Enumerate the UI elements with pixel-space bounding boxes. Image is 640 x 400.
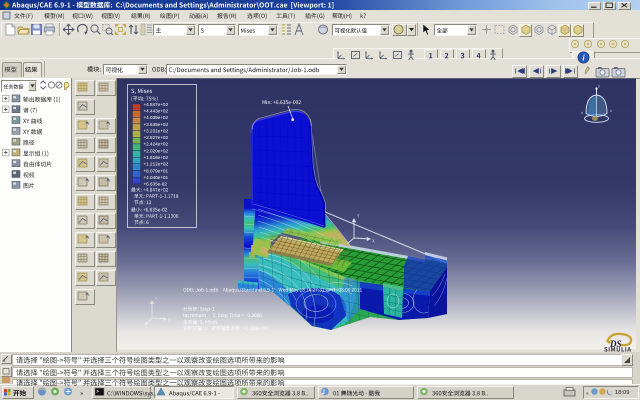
svg-text:+2.827e+02: +2.827e+02 — [144, 135, 169, 140]
svg-text:+4.039e+02: +4.039e+02 — [144, 115, 169, 120]
svg-text:+6.635e-02: +6.635e-02 — [144, 182, 168, 187]
svg-text:+2.424e+02: +2.424e+02 — [144, 142, 169, 147]
svg-text:+1.616e+02: +1.616e+02 — [144, 155, 169, 160]
svg-text:+8.079e+01: +8.079e+01 — [144, 168, 169, 173]
svg-text:+3.231e+02: +3.231e+02 — [144, 128, 169, 133]
svg-text:18:09: 18:09 — [615, 390, 630, 396]
svg-text:DS: DS — [609, 339, 622, 349]
svg-text:+3.635e+02: +3.635e+02 — [144, 122, 169, 127]
svg-text:+2.020e+02: +2.020e+02 — [144, 148, 169, 153]
svg-text:+4.040e+01: +4.040e+01 — [144, 175, 169, 180]
svg-text:+4.847e+02: +4.847e+02 — [144, 102, 169, 107]
svg-text:+4.443e+02: +4.443e+02 — [144, 108, 169, 113]
svg-text:+1.212e+02: +1.212e+02 — [144, 162, 169, 167]
